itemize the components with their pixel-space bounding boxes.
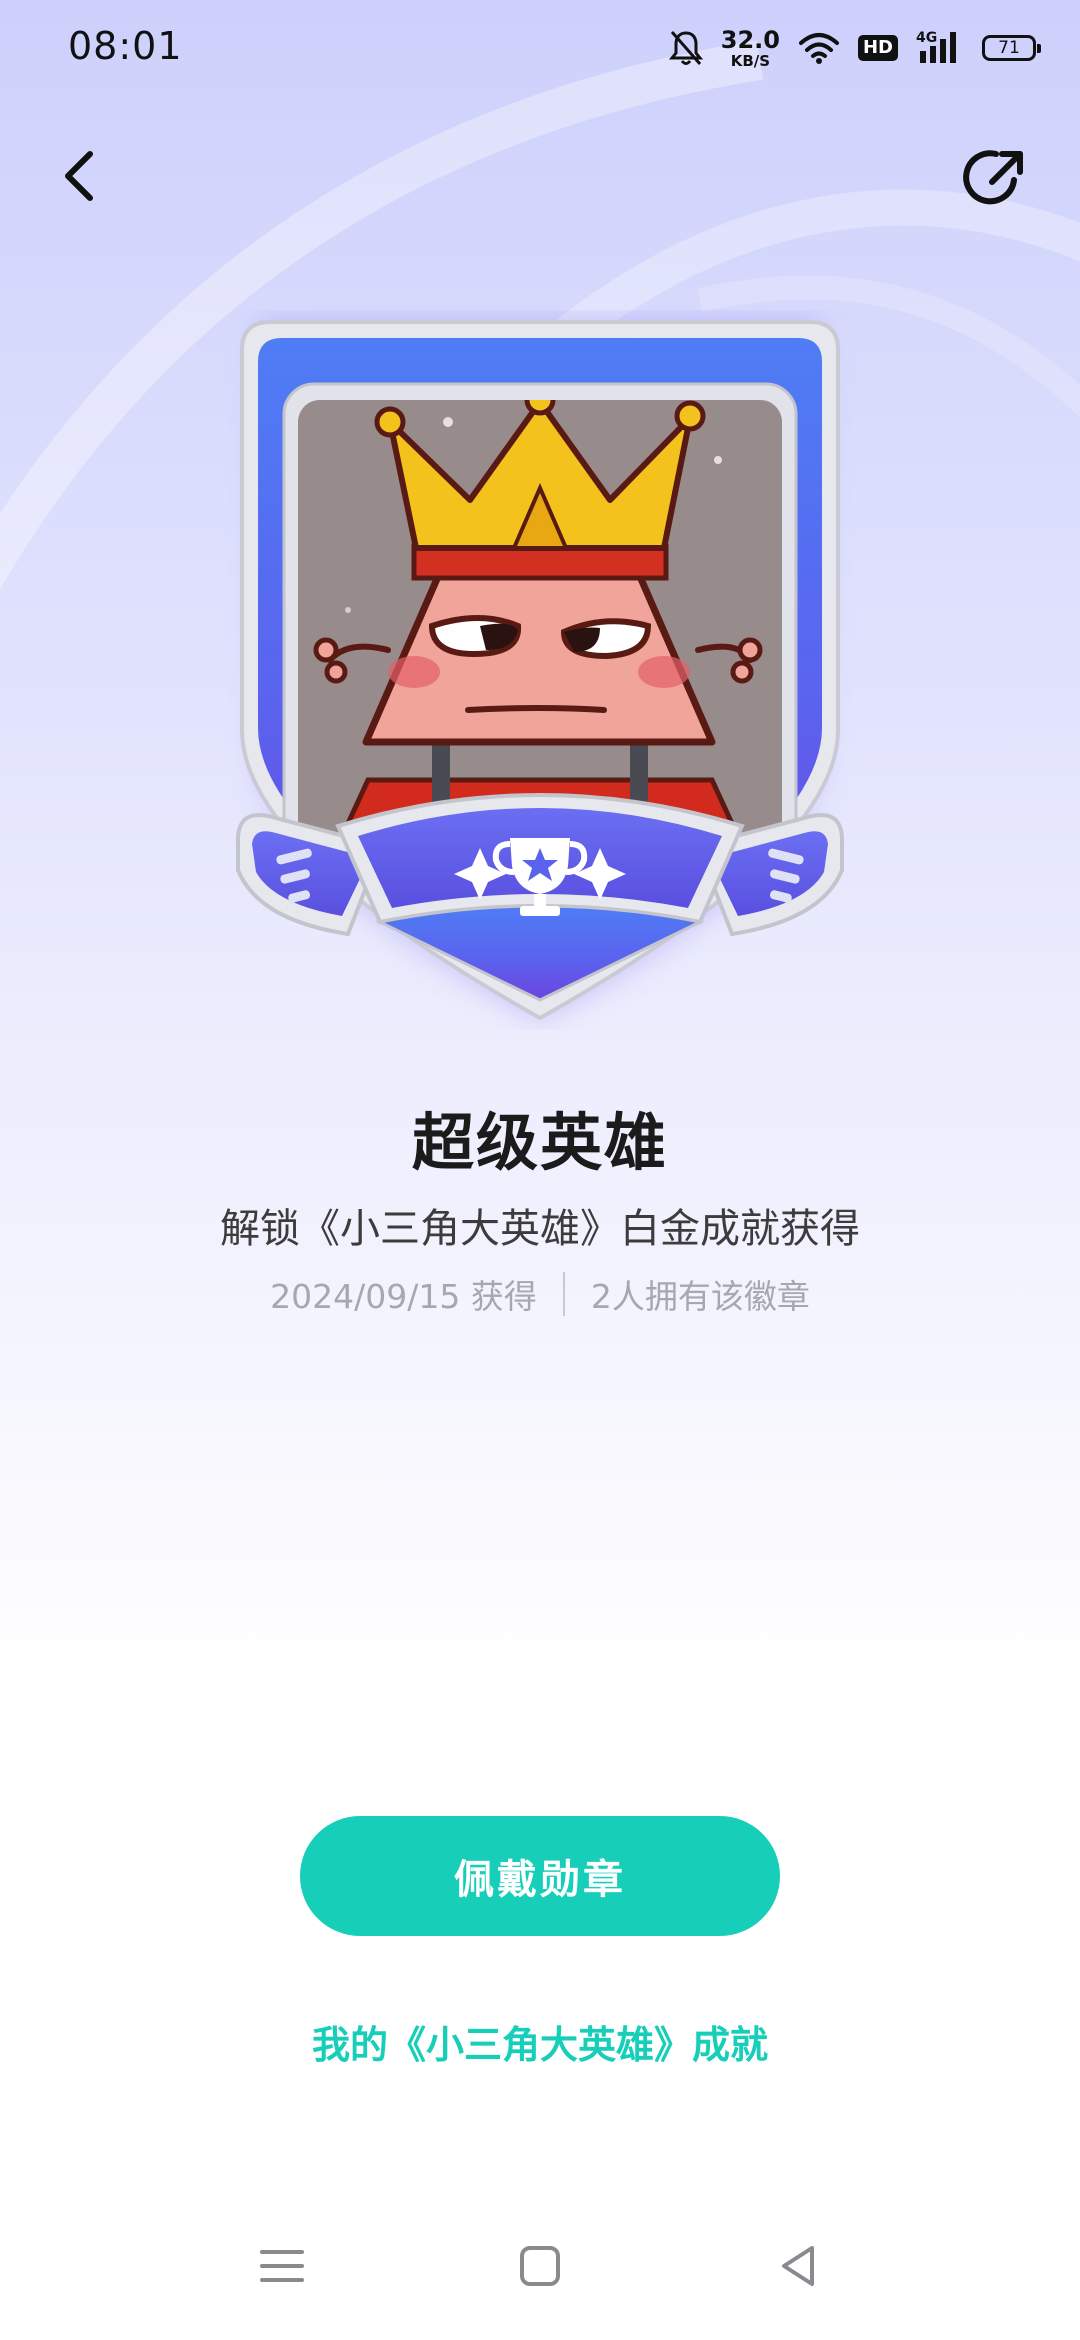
badge-title: 超级英雄 [411, 1106, 668, 1179]
wear-badge-button[interactable]: 佩戴勋章 [300, 1816, 780, 1936]
badge-meta: 2024/09/15 获得 2人拥有该徽章 [0, 1270, 1080, 1318]
badge-crowned-triangle-hero-icon [236, 320, 844, 1021]
back-button[interactable] [50, 144, 114, 208]
bell-muted-icon [668, 31, 703, 65]
status-icons: 32.0 KB/S HD 4G 71 [668, 22, 1041, 74]
share-button[interactable] [962, 144, 1030, 212]
meta-divider [562, 1272, 565, 1316]
home-square-icon[interactable] [514, 2240, 566, 2292]
earned-date: 2024/09/15 获得 [270, 1277, 537, 1316]
my-achievement-link[interactable]: 我的《小三角大英雄》成就 [0, 2014, 1080, 2069]
net-speed: 32.0 KB/S [721, 28, 780, 69]
system-nav-bar [0, 2240, 1080, 2340]
net-speed-unit: KB/S [730, 51, 771, 70]
signal-4g-icon: 4G [916, 30, 956, 63]
status-time: 08:01 [68, 24, 183, 68]
owners-count: 2人拥有该徽章 [590, 1277, 810, 1316]
network-label: 4G [916, 30, 937, 46]
menu-icon[interactable] [256, 2240, 308, 2292]
status-bar: 08:01 32.0 KB/S HD 4G 71 [0, 0, 1080, 96]
battery-icon: 71 [982, 35, 1041, 61]
chevron-left-icon [65, 151, 93, 201]
wifi-icon [798, 33, 839, 64]
back-triangle-icon[interactable] [772, 2240, 824, 2292]
badge-description: 解锁《小三角大英雄》白金成就获得 [220, 1206, 860, 1252]
hd-icon: HD [857, 35, 898, 61]
battery-level: 71 [998, 37, 1020, 58]
share-icon [963, 150, 1023, 205]
net-speed-value: 32.0 [720, 25, 780, 54]
